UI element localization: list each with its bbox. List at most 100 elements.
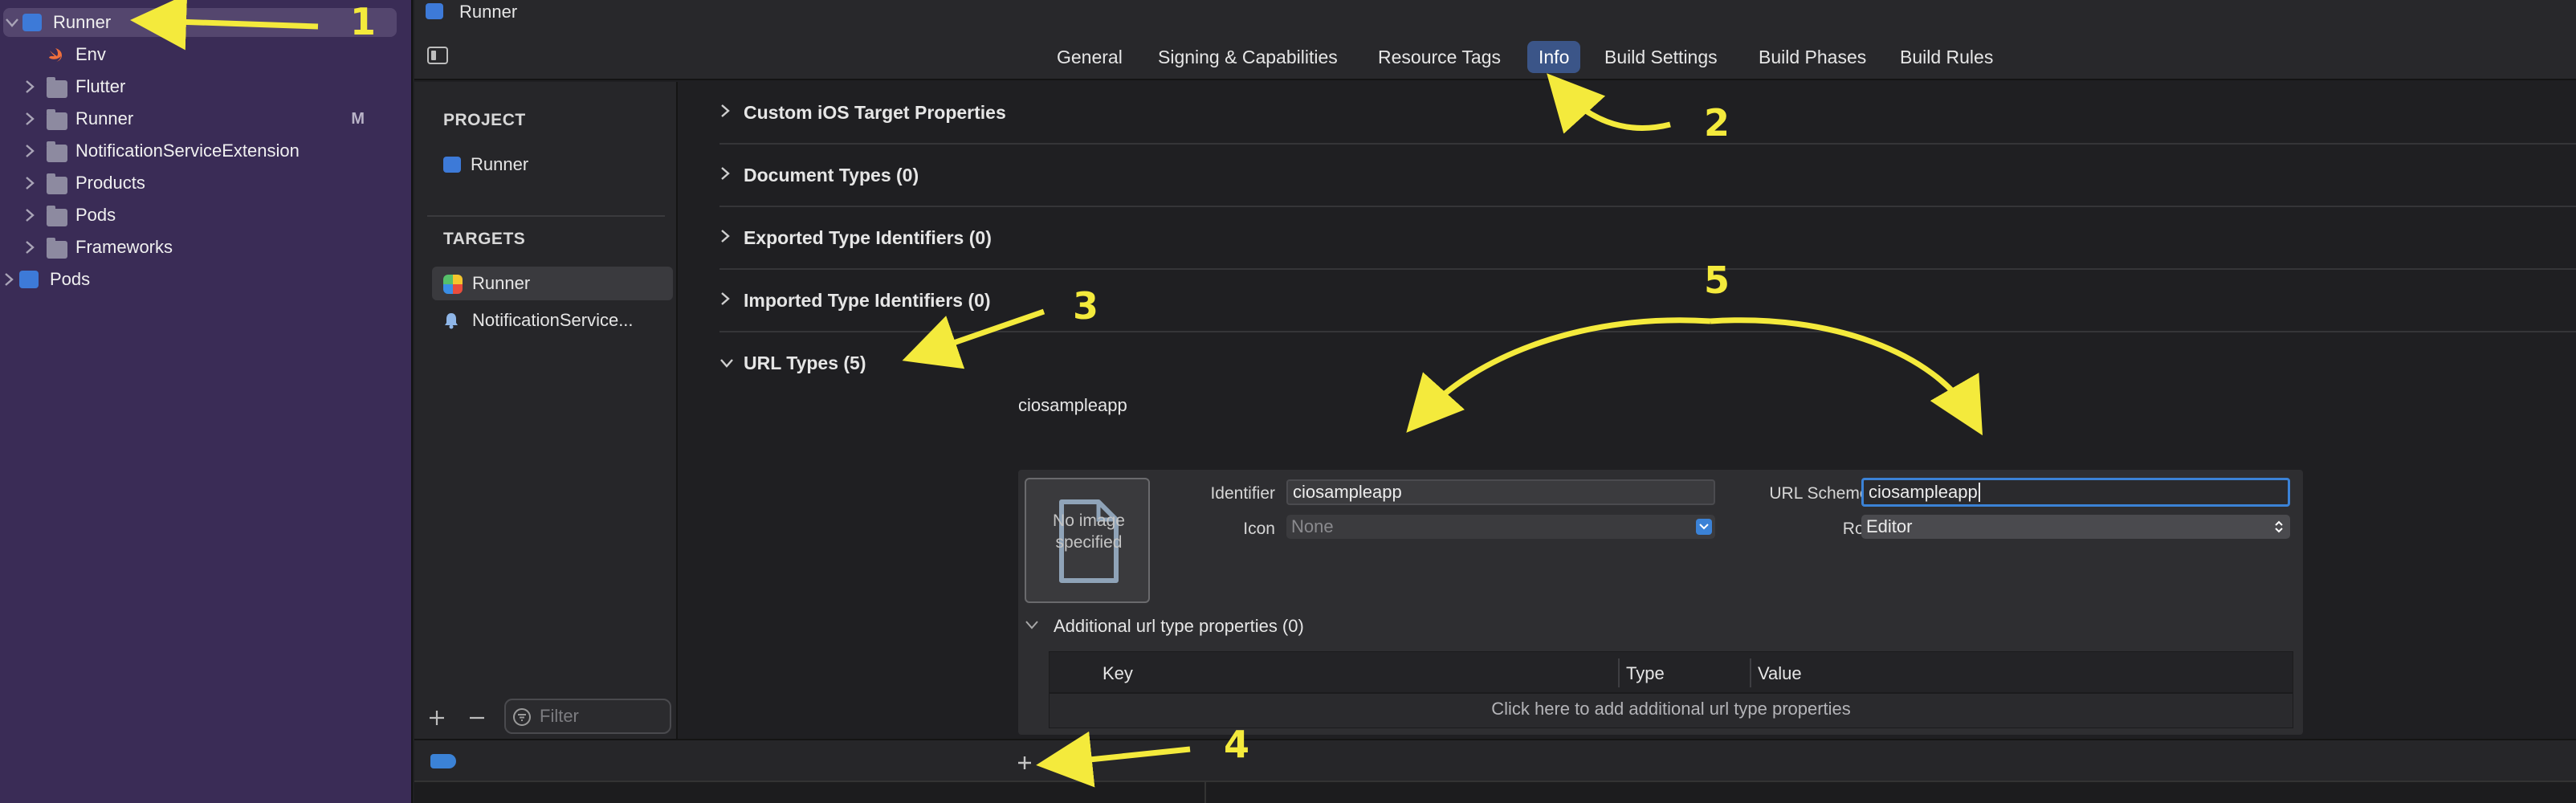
project-item-runner[interactable]: Runner bbox=[430, 148, 663, 181]
section-custom-ios-target-properties[interactable]: Custom iOS Target Properties bbox=[719, 82, 2576, 145]
filter-field[interactable]: Filter bbox=[504, 699, 671, 734]
text-cursor bbox=[1978, 483, 1980, 502]
chevron-right-icon[interactable] bbox=[719, 164, 744, 186]
column-header-value[interactable]: Value bbox=[1758, 663, 1802, 684]
chevron-right-icon[interactable] bbox=[22, 112, 37, 126]
chevron-right-icon[interactable] bbox=[22, 240, 37, 255]
editor-title-bar: Runner bbox=[414, 0, 2576, 24]
nav-item-pods-project[interactable]: Pods bbox=[0, 265, 397, 294]
url-type-image-well[interactable]: No image specified bbox=[1025, 478, 1150, 603]
folder-icon bbox=[47, 206, 67, 226]
git-modified-badge: M bbox=[351, 109, 365, 128]
tag-icon[interactable] bbox=[430, 754, 456, 768]
identifier-value: ciosampleapp bbox=[1293, 482, 1402, 502]
editor-area: Runner General Signing & Capabilities Re… bbox=[414, 0, 2576, 803]
nav-item-label: NotificationServiceExtension bbox=[75, 141, 300, 161]
target-item-notification-service[interactable]: NotificationService... bbox=[432, 304, 673, 337]
add-properties-placeholder[interactable]: Click here to add additional url type pr… bbox=[1050, 699, 2293, 719]
chevron-down-icon bbox=[1696, 519, 1712, 535]
info-content: Custom iOS Target Properties Document Ty… bbox=[679, 82, 2576, 739]
remove-target-button[interactable] bbox=[467, 708, 487, 728]
folder-icon bbox=[47, 173, 67, 194]
section-title: Custom iOS Target Properties bbox=[744, 101, 1006, 123]
nav-item-label: Runner bbox=[75, 108, 134, 128]
chevron-down-icon[interactable] bbox=[719, 352, 744, 374]
identifier-field[interactable]: ciosampleapp bbox=[1286, 479, 1715, 505]
section-url-types[interactable]: URL Types (5) bbox=[719, 332, 2576, 395]
nav-item-products[interactable]: Products bbox=[0, 169, 397, 198]
nav-item-pods-folder[interactable]: Pods bbox=[0, 201, 397, 230]
icon-label: Icon bbox=[1243, 520, 1275, 538]
nav-item-env[interactable]: Env bbox=[0, 40, 397, 69]
section-imported-type-identifiers[interactable]: Imported Type Identifiers (0) bbox=[719, 270, 2576, 332]
no-image-label: No image specified bbox=[1053, 512, 1125, 552]
nav-item-label: Env bbox=[75, 44, 106, 64]
folder-icon bbox=[47, 141, 67, 162]
chevron-right-icon[interactable] bbox=[2, 272, 16, 287]
filter-icon bbox=[512, 707, 532, 727]
role-label: Role bbox=[1842, 520, 1877, 538]
nav-item-label: Products bbox=[75, 173, 145, 193]
tab-build-settings[interactable]: Build Settings bbox=[1593, 41, 1729, 73]
bottom-toolbar bbox=[414, 739, 2576, 781]
tab-general[interactable]: General bbox=[1045, 41, 1134, 73]
tab-signing-capabilities[interactable]: Signing & Capabilities bbox=[1147, 41, 1349, 73]
add-target-button[interactable] bbox=[427, 708, 446, 728]
nav-item-runner-project[interactable]: Runner bbox=[3, 8, 397, 37]
target-item-runner[interactable]: Runner bbox=[432, 267, 673, 300]
nav-item-flutter[interactable]: Flutter bbox=[0, 72, 397, 101]
folder-icon bbox=[47, 77, 67, 98]
chevron-right-icon[interactable] bbox=[719, 226, 744, 249]
role-popup[interactable]: Editor bbox=[1861, 515, 2290, 539]
additional-properties-title: Additional url type properties (0) bbox=[1054, 616, 1304, 636]
sidebar-toggle-icon[interactable] bbox=[427, 47, 448, 64]
url-type-name: ciosampleapp bbox=[1018, 395, 1127, 415]
chevron-down-icon[interactable] bbox=[5, 15, 19, 30]
section-exported-type-identifiers[interactable]: Exported Type Identifiers (0) bbox=[719, 207, 2576, 270]
url-schemes-value: ciosampleapp bbox=[1869, 482, 1978, 502]
section-document-types[interactable]: Document Types (0) bbox=[719, 145, 2576, 207]
filter-placeholder: Filter bbox=[540, 706, 579, 726]
chevron-right-icon[interactable] bbox=[719, 101, 744, 124]
column-header-type[interactable]: Type bbox=[1626, 663, 1665, 684]
tab-build-phases[interactable]: Build Phases bbox=[1747, 41, 1877, 73]
nav-item-runner-folder[interactable]: Runner M bbox=[0, 104, 397, 133]
column-divider bbox=[1750, 658, 1751, 687]
nav-item-frameworks[interactable]: Frameworks bbox=[0, 233, 397, 262]
add-url-type-button[interactable] bbox=[1015, 753, 1034, 772]
section-title: Exported Type Identifiers (0) bbox=[744, 226, 992, 248]
column-header-key[interactable]: Key bbox=[1103, 663, 1133, 684]
identifier-label: Identifier bbox=[1210, 484, 1275, 503]
annotation-number-1: 1 bbox=[350, 0, 377, 43]
tab-build-rules[interactable]: Build Rules bbox=[1889, 41, 2004, 73]
chevron-right-icon[interactable] bbox=[22, 79, 37, 94]
nav-item-notification-service-extension[interactable]: NotificationServiceExtension bbox=[0, 137, 397, 165]
xcodeproj-icon bbox=[426, 3, 443, 19]
editor-tab-bar: General Signing & Capabilities Resource … bbox=[414, 24, 2576, 80]
targets-section-header: TARGETS bbox=[443, 230, 526, 248]
chevron-right-icon[interactable] bbox=[22, 144, 37, 158]
chevron-right-icon[interactable] bbox=[22, 208, 37, 222]
tab-info[interactable]: Info bbox=[1527, 41, 1581, 73]
role-popup-value: Editor bbox=[1866, 516, 1913, 536]
icon-popup-value: None bbox=[1291, 516, 1334, 536]
additional-properties-toggle[interactable]: Additional url type properties (0) bbox=[1025, 614, 1304, 638]
chevron-right-icon[interactable] bbox=[22, 176, 37, 190]
nav-item-label: Frameworks bbox=[75, 237, 173, 257]
targets-list-pane: PROJECT Runner TARGETS Runner Notificati… bbox=[414, 82, 678, 739]
folder-icon bbox=[47, 109, 67, 130]
nav-item-label: Pods bbox=[75, 205, 116, 225]
folder-icon bbox=[47, 238, 67, 259]
icon-popup[interactable]: None bbox=[1286, 515, 1715, 539]
chevron-right-icon[interactable] bbox=[719, 289, 744, 312]
annotation-number-3: 3 bbox=[1073, 284, 1099, 328]
url-schemes-label: URL Schemes bbox=[1769, 484, 1877, 503]
table-header: Key Type Value bbox=[1050, 652, 2293, 694]
target-item-label: Runner bbox=[472, 273, 531, 293]
url-schemes-field[interactable]: ciosampleapp bbox=[1861, 478, 2290, 507]
section-title: URL Types (5) bbox=[744, 352, 866, 373]
annotation-number-5: 5 bbox=[1704, 259, 1730, 302]
tab-resource-tags[interactable]: Resource Tags bbox=[1367, 41, 1512, 73]
updown-chevron-icon bbox=[2271, 518, 2287, 536]
chevron-down-icon[interactable] bbox=[1025, 619, 1049, 634]
